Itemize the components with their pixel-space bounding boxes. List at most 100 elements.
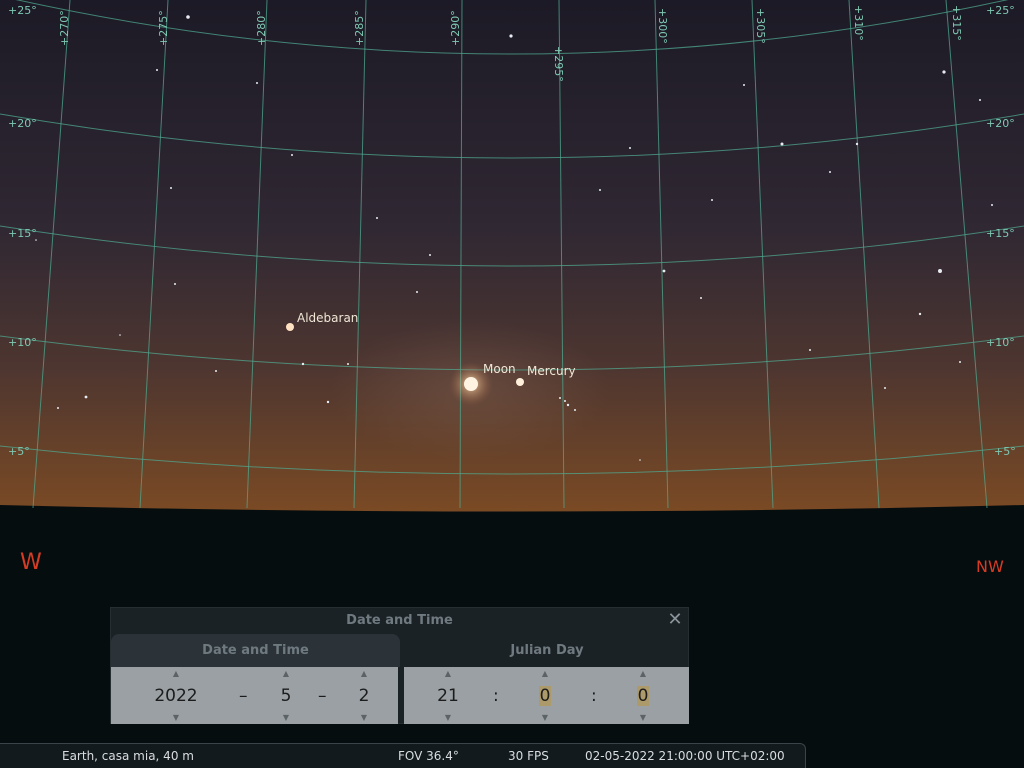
- tab-julian-day[interactable]: Julian Day: [404, 634, 690, 667]
- star: [566, 403, 570, 407]
- increment-icon[interactable]: ▲: [283, 670, 289, 678]
- datetime-text[interactable]: 02-05-2022 21:00:00 UTC+02:00: [585, 749, 785, 763]
- decrement-icon[interactable]: ▼: [640, 714, 646, 722]
- tab-date-and-time[interactable]: Date and Time: [111, 634, 400, 667]
- star: [629, 147, 631, 149]
- hour-value[interactable]: 21: [431, 686, 465, 706]
- date-panel: ▲ 2022 ▼ – ▲ 5 ▼ – ▲ 2 ▼: [111, 667, 398, 724]
- fov-text: FOV 36.4°: [398, 749, 459, 763]
- star: [979, 99, 981, 101]
- star: [326, 400, 330, 404]
- star: [559, 397, 561, 399]
- close-icon[interactable]: ✕: [666, 611, 684, 629]
- star: [574, 409, 576, 411]
- altitude-label-15-right: +15°: [986, 227, 1015, 240]
- star: [119, 334, 121, 336]
- time-separator: :: [591, 686, 597, 706]
- star: [991, 204, 993, 206]
- star: [301, 362, 305, 366]
- cardinal-northwest: NW: [976, 557, 1004, 576]
- azimuth-label-310: +310°: [852, 5, 865, 41]
- decrement-icon[interactable]: ▼: [173, 714, 179, 722]
- azimuth-label-305: +305°: [754, 8, 767, 44]
- aldebaran[interactable]: [286, 323, 294, 331]
- star: [780, 142, 784, 146]
- star: [599, 189, 601, 191]
- second-spinner[interactable]: ▲ 0 ▼: [628, 667, 658, 724]
- location-text[interactable]: Earth, casa mia, 40 m: [62, 749, 194, 763]
- star: [938, 269, 942, 273]
- minute-spinner[interactable]: ▲ 0 ▼: [530, 667, 560, 724]
- star: [347, 363, 349, 365]
- year-value[interactable]: 2022: [143, 686, 209, 706]
- azimuth-label-290: +290°: [449, 10, 462, 46]
- star: [416, 291, 418, 293]
- star: [186, 15, 190, 19]
- increment-icon[interactable]: ▲: [445, 670, 451, 678]
- star: [700, 297, 702, 299]
- altitude-label-10: +10°: [8, 336, 37, 349]
- star: [156, 69, 158, 71]
- altitude-label-20: +20°: [8, 117, 37, 130]
- date-separator: –: [239, 686, 248, 706]
- second-value[interactable]: 0: [628, 686, 658, 706]
- star: [170, 187, 172, 189]
- star: [57, 407, 59, 409]
- status-bar: Earth, casa mia, 40 m FOV 36.4° 30 FPS 0…: [0, 743, 806, 768]
- azimuth-label-315: +315°: [950, 5, 963, 41]
- day-spinner[interactable]: ▲ 2 ▼: [349, 667, 379, 724]
- day-value[interactable]: 2: [349, 686, 379, 706]
- star: [564, 400, 566, 402]
- altitude-label-15: +15°: [8, 227, 37, 240]
- star: [429, 254, 431, 256]
- azimuth-label-275: +275°: [157, 10, 170, 46]
- increment-icon[interactable]: ▲: [173, 670, 179, 678]
- altitude-label-10-right: +10°: [986, 336, 1015, 349]
- month-value[interactable]: 5: [271, 686, 301, 706]
- hour-spinner[interactable]: ▲ 21 ▼: [431, 667, 465, 724]
- star: [711, 199, 713, 201]
- mercury-label[interactable]: Mercury: [527, 364, 576, 378]
- increment-icon[interactable]: ▲: [361, 670, 367, 678]
- star: [639, 459, 641, 461]
- increment-icon[interactable]: ▲: [542, 670, 548, 678]
- increment-icon[interactable]: ▲: [640, 670, 646, 678]
- star: [256, 82, 258, 84]
- star: [918, 312, 922, 316]
- dialog-title[interactable]: Date and Time: [111, 608, 688, 634]
- time-separator: :: [493, 686, 499, 706]
- star: [509, 34, 513, 38]
- azimuth-label-280: +280°: [255, 10, 268, 46]
- star: [809, 349, 811, 351]
- star: [84, 395, 88, 399]
- moon-label[interactable]: Moon: [483, 362, 516, 376]
- moon[interactable]: [464, 377, 478, 391]
- azimuth-label-285: +285°: [353, 10, 366, 46]
- star: [855, 142, 859, 146]
- star: [291, 154, 293, 156]
- azimuth-label-295: +295°: [552, 46, 565, 82]
- decrement-icon[interactable]: ▼: [283, 714, 289, 722]
- star: [959, 361, 961, 363]
- altitude-label-25-right: +25°: [986, 4, 1015, 17]
- fps-text: 30 FPS: [508, 749, 549, 763]
- decrement-icon[interactable]: ▼: [445, 714, 451, 722]
- mercury[interactable]: [516, 378, 524, 386]
- star: [376, 217, 378, 219]
- decrement-icon[interactable]: ▼: [542, 714, 548, 722]
- month-spinner[interactable]: ▲ 5 ▼: [271, 667, 301, 724]
- star: [942, 70, 946, 74]
- year-spinner[interactable]: ▲ 2022 ▼: [143, 667, 209, 724]
- star: [884, 387, 886, 389]
- star: [743, 84, 745, 86]
- time-panel: ▲ 21 ▼ : ▲ 0 ▼ : ▲ 0 ▼: [404, 667, 689, 724]
- date-separator: –: [318, 686, 327, 706]
- star: [174, 283, 176, 285]
- aldebaran-label[interactable]: Aldebaran: [297, 311, 358, 325]
- decrement-icon[interactable]: ▼: [361, 714, 367, 722]
- altitude-label-5-right: +5°: [994, 445, 1016, 458]
- minute-value[interactable]: 0: [530, 686, 560, 706]
- star: [829, 171, 831, 173]
- star: [215, 370, 217, 372]
- azimuth-label-270: +270°: [58, 10, 71, 46]
